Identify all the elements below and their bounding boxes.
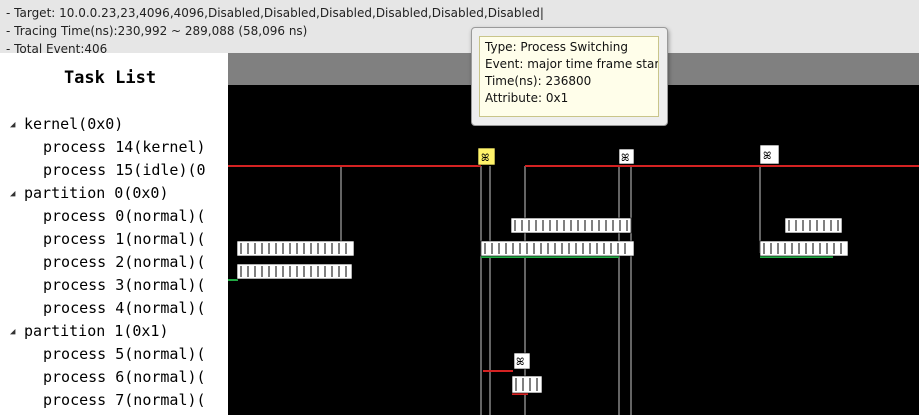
tree-row-label: process 5(normal)( (43, 345, 206, 363)
tree-group-partition-1[interactable]: ◢ partition 1(0x1) (10, 320, 169, 342)
target-info: - Target: 10.0.0.23,23,4096,4096,Disable… (6, 6, 544, 20)
tree-row-label: process 6(normal)( (43, 368, 206, 386)
tree-item-process-3[interactable]: process 3(normal)( (43, 274, 206, 296)
event-cluster[interactable] (236, 263, 353, 280)
tree-item-process-6[interactable]: process 6(normal)( (43, 366, 206, 388)
expand-arrow-icon[interactable]: ◢ (10, 183, 24, 205)
tree-row-label: process 7(normal)( (43, 391, 206, 409)
event-cluster[interactable] (784, 217, 843, 234)
tree-row-label: process 3(normal)( (43, 276, 206, 294)
event-marker-glyph: ꕤ (763, 151, 771, 162)
event-markers[interactable]: ꕤ ꕤ ꕤ ꕤ (236, 144, 849, 394)
tree-row-label: kernel(0x0) (24, 115, 124, 133)
tree-item-process-5[interactable]: process 5(normal)( (43, 343, 206, 365)
task-list-panel: Task List ◢ kernel(0x0) process 14(kernel… (0, 53, 229, 415)
tree-item-process-0[interactable]: process 0(normal)( (43, 205, 206, 227)
trace-info-bar: - Target: 10.0.0.23,23,4096,4096,Disable… (0, 0, 919, 54)
tooltip-event: Event: major time frame star (485, 57, 659, 71)
tree-item-process-15[interactable]: process 15(idle)(0 (43, 159, 206, 181)
tree-row-label: process 14(kernel) (43, 138, 206, 156)
tree-row-label: process 4(normal)( (43, 299, 206, 317)
tree-row-label: process 0(normal)( (43, 207, 206, 225)
event-cluster[interactable] (759, 240, 849, 257)
tooltip-attribute: Attribute: 0x1 (485, 91, 569, 105)
task-list-title: Task List (63, 68, 157, 88)
tree-item-process-1[interactable]: process 1(normal)( (43, 228, 206, 250)
tree-item-process-2[interactable]: process 2(normal)( (43, 251, 206, 273)
tooltip-time: Time(ns): 236800 (485, 74, 592, 88)
tree-row-label: process 1(normal)( (43, 230, 206, 248)
event-guide-lines (340, 166, 761, 415)
tracing-time-info: - Tracing Time(ns):230,992 ~ 289,088 (58… (6, 24, 308, 38)
tree-item-process-14[interactable]: process 14(kernel) (43, 136, 206, 158)
event-marker-glyph: ꕤ (481, 153, 489, 164)
event-marker-glyph: ꕤ (621, 153, 629, 164)
tree-row-label: partition 0(0x0) (24, 184, 169, 202)
tree-row-label: process 2(normal)( (43, 253, 206, 271)
tree-group-partition-0[interactable]: ◢ partition 0(0x0) (10, 182, 169, 204)
tooltip-type: Type: Process Switching (485, 40, 628, 54)
hatch (484, 243, 626, 254)
tree-row-label: partition 1(0x1) (24, 322, 169, 340)
tree-row-label: process 15(idle)(0 (43, 161, 206, 179)
tree-group-kernel[interactable]: ◢ kernel(0x0) (10, 113, 123, 135)
tree-item-process-7[interactable]: process 7(normal)( (43, 389, 206, 411)
expand-arrow-icon[interactable]: ◢ (10, 321, 24, 343)
tree-item-process-4[interactable]: process 4(normal)( (43, 297, 206, 319)
event-marker-glyph: ꕤ (516, 357, 524, 368)
tooltip-body: Type: Process Switching Event: major tim… (479, 36, 659, 117)
event-tooltip: Type: Process Switching Event: major tim… (471, 27, 668, 126)
expand-arrow-icon[interactable]: ◢ (10, 114, 24, 136)
